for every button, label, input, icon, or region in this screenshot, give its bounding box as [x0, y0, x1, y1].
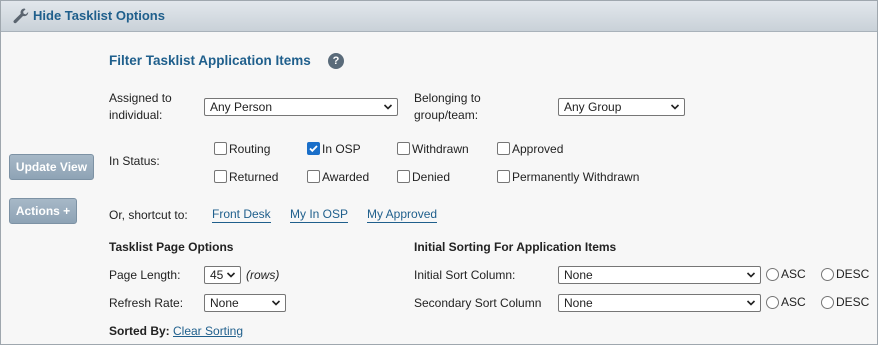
- wrench-icon: [13, 8, 29, 24]
- secondary-sort-value: None: [564, 296, 593, 310]
- secondary-sort-desc-radio[interactable]: [821, 296, 834, 309]
- page-length-unit: (rows): [246, 268, 280, 282]
- secondary-sort-asc-label: ASC: [781, 295, 806, 309]
- chevron-down-icon: [746, 272, 756, 278]
- chevron-down-icon: [271, 300, 281, 306]
- initial-sort-select[interactable]: None: [558, 266, 761, 284]
- panel-header[interactable]: Hide Tasklist Options: [1, 1, 877, 32]
- update-view-button[interactable]: Update View: [9, 154, 94, 180]
- hide-options-toggle[interactable]: Hide Tasklist Options: [33, 8, 165, 23]
- refresh-rate-value: None: [210, 296, 239, 310]
- sorted-by-label: Sorted By:: [109, 324, 170, 338]
- initial-sort-value: None: [564, 268, 593, 282]
- initial-sort-label: Initial Sort Column:: [414, 268, 516, 282]
- status-label-permanently-withdrawn: Permanently Withdrawn: [512, 170, 640, 184]
- assigned-label-line1: Assigned to: [109, 91, 172, 105]
- status-label: In Status:: [109, 154, 160, 168]
- assigned-select-value: Any Person: [210, 100, 273, 114]
- actions-button[interactable]: Actions +: [9, 198, 77, 224]
- clear-sorting-link[interactable]: Clear Sorting: [173, 323, 243, 340]
- status-checkbox-withdrawn[interactable]: [397, 142, 410, 155]
- chevron-down-icon: [746, 300, 756, 306]
- chevron-down-icon: [226, 272, 236, 278]
- refresh-rate-select[interactable]: None: [204, 294, 286, 312]
- status-checkbox-awarded[interactable]: [307, 170, 320, 183]
- shortcut-my-in-osp[interactable]: My In OSP: [290, 207, 349, 223]
- status-label-returned: Returned: [229, 170, 279, 184]
- assigned-label-line2: individual:: [109, 108, 163, 122]
- assigned-individual-select[interactable]: Any Person: [204, 98, 398, 116]
- filter-section-title: Filter Tasklist Application Items: [109, 53, 311, 68]
- belonging-group-select[interactable]: Any Group: [558, 98, 685, 116]
- tasklist-options-panel: Hide Tasklist Options Update View Action…: [0, 0, 878, 345]
- help-icon[interactable]: ?: [328, 53, 344, 69]
- status-checkbox-routing[interactable]: [214, 142, 227, 155]
- secondary-sort-select[interactable]: None: [558, 294, 761, 312]
- belonging-select-value: Any Group: [564, 100, 622, 114]
- status-checkbox-permanently-withdrawn[interactable]: [497, 170, 510, 183]
- chevron-down-icon: [383, 104, 393, 110]
- status-checkbox-approved[interactable]: [497, 142, 510, 155]
- sorting-section-title: Initial Sorting For Application Items: [414, 240, 617, 254]
- secondary-sort-asc-radio[interactable]: [766, 296, 779, 309]
- page-options-title: Tasklist Page Options: [109, 240, 234, 254]
- checkmark-icon: [309, 145, 318, 153]
- page-length-label: Page Length:: [109, 268, 181, 282]
- shortcut-label: Or, shortcut to:: [109, 208, 188, 222]
- initial-sort-asc-label: ASC: [781, 267, 806, 281]
- shortcut-my-approved[interactable]: My Approved: [367, 207, 438, 223]
- status-checkbox-denied[interactable]: [397, 170, 410, 183]
- secondary-sort-desc-label: DESC: [836, 295, 870, 309]
- status-label-routing: Routing: [229, 142, 271, 156]
- initial-sort-desc-label: DESC: [836, 267, 870, 281]
- page-length-value: 45: [210, 268, 224, 282]
- initial-sort-desc-radio[interactable]: [821, 268, 834, 281]
- status-label-in-osp: In OSP: [322, 142, 361, 156]
- initial-sort-asc-radio[interactable]: [766, 268, 779, 281]
- chevron-down-icon: [670, 104, 680, 110]
- secondary-sort-label: Secondary Sort Column: [414, 296, 542, 310]
- status-checkbox-returned[interactable]: [214, 170, 227, 183]
- belonging-label-line1: Belonging to: [414, 91, 481, 105]
- shortcut-front-desk[interactable]: Front Desk: [212, 207, 271, 223]
- status-checkbox-in-osp[interactable]: [307, 142, 320, 155]
- belonging-label-line2: group/team:: [414, 108, 479, 122]
- page-length-select[interactable]: 45: [204, 266, 241, 284]
- status-label-approved: Approved: [512, 142, 564, 156]
- status-label-denied: Denied: [412, 170, 451, 184]
- status-label-awarded: Awarded: [322, 170, 370, 184]
- status-label-withdrawn: Withdrawn: [412, 142, 469, 156]
- refresh-rate-label: Refresh Rate:: [109, 296, 184, 310]
